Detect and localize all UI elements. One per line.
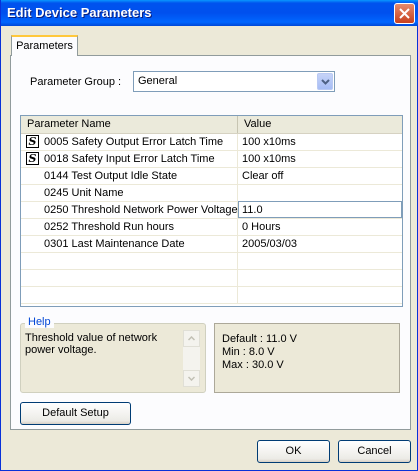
window-title: Edit Device Parameters <box>7 5 152 20</box>
chevron-down-icon <box>188 376 195 381</box>
chevron-down-icon <box>320 78 330 85</box>
parameter-name-cell: S 0005 Safety Output Error Latch Time <box>21 134 238 150</box>
safety-parameter-icon: S <box>26 135 39 148</box>
parameter-group-value: General <box>138 75 178 87</box>
column-header-parameter-name[interactable]: Parameter Name <box>21 116 238 133</box>
cancel-button[interactable]: Cancel <box>338 440 411 463</box>
table-row[interactable]: 0252 Threshold Run hours 0 Hours <box>21 219 402 236</box>
parameter-name: 0144 Test Output Idle State <box>44 170 178 182</box>
parameter-name: 0252 Threshold Run hours <box>44 221 175 233</box>
parameter-name: 0245 Unit Name <box>44 187 124 199</box>
table-row[interactable]: 0245 Unit Name <box>21 185 402 202</box>
help-text: Threshold value of network power voltage… <box>25 332 158 356</box>
parameter-grid: Parameter Name Value S 0005 Safety Outpu… <box>20 115 403 307</box>
dropdown-button[interactable] <box>317 73 333 90</box>
close-icon <box>399 8 410 19</box>
table-row[interactable]: 0144 Test Output Idle State Clear off <box>21 168 402 185</box>
help-scrollbar[interactable] <box>183 330 200 387</box>
chevron-up-icon <box>188 336 195 341</box>
scroll-up-button[interactable] <box>183 330 200 347</box>
grid-header: Parameter Name Value <box>21 116 402 134</box>
parameter-name: 0301 Last Maintenance Date <box>44 238 185 250</box>
parameter-value[interactable] <box>238 185 402 201</box>
ok-button[interactable]: OK <box>257 440 330 463</box>
table-row[interactable]: S 0005 Safety Output Error Latch Time 10… <box>21 134 402 151</box>
default-setup-button[interactable]: Default Setup <box>20 402 131 425</box>
min-value: Min : 8.0 V <box>222 346 275 358</box>
parameter-value-input[interactable]: 11.0 <box>238 201 402 218</box>
empty-cell <box>21 287 238 303</box>
parameter-value[interactable]: 2005/03/03 <box>238 236 402 252</box>
parameter-name-cell: 0250 Threshold Network Power Voltage <box>21 202 238 218</box>
title-bar[interactable]: Edit Device Parameters <box>1 0 418 26</box>
column-header-value[interactable]: Value <box>238 116 402 133</box>
safety-parameter-icon: S <box>26 152 39 165</box>
parameter-group-select[interactable]: General <box>133 71 335 92</box>
parameter-value[interactable]: Clear off <box>238 168 402 184</box>
table-row[interactable]: 0301 Last Maintenance Date 2005/03/03 <box>21 236 402 253</box>
empty-row <box>21 253 402 270</box>
empty-row <box>21 287 402 304</box>
parameter-value[interactable]: 100 x10ms <box>238 151 402 167</box>
edit-device-parameters-dialog: Edit Device Parameters Parameters Parame… <box>0 0 418 471</box>
parameter-group-label: Parameter Group : <box>30 76 122 88</box>
close-button[interactable] <box>394 3 415 24</box>
parameter-name: 0250 Threshold Network Power Voltage <box>44 204 238 216</box>
default-value: Default : 11.0 V <box>222 333 298 345</box>
empty-cell <box>21 270 238 286</box>
parameter-value[interactable]: 0 Hours <box>238 219 402 235</box>
empty-row <box>21 270 402 287</box>
parameter-name-cell: S 0018 Safety Input Error Latch Time <box>21 151 238 167</box>
tab-parameters[interactable]: Parameters <box>11 35 78 56</box>
parameter-name: 0005 Safety Output Error Latch Time <box>44 136 224 148</box>
max-value: Max : 30.0 V <box>222 359 284 371</box>
table-row[interactable]: S 0018 Safety Input Error Latch Time 100… <box>21 151 402 168</box>
help-group-title: Help <box>25 316 54 328</box>
parameter-name-cell: 0252 Threshold Run hours <box>21 219 238 235</box>
parameter-name-cell: 0245 Unit Name <box>21 185 238 201</box>
parameter-name-cell: 0301 Last Maintenance Date <box>21 236 238 252</box>
scroll-down-button[interactable] <box>183 370 200 387</box>
table-row[interactable]: 0250 Threshold Network Power Voltage 11.… <box>21 201 402 219</box>
parameter-name-cell: 0144 Test Output Idle State <box>21 168 238 184</box>
parameter-value[interactable]: 100 x10ms <box>238 134 402 150</box>
empty-cell <box>21 253 238 269</box>
parameter-name: 0018 Safety Input Error Latch Time <box>44 153 215 165</box>
